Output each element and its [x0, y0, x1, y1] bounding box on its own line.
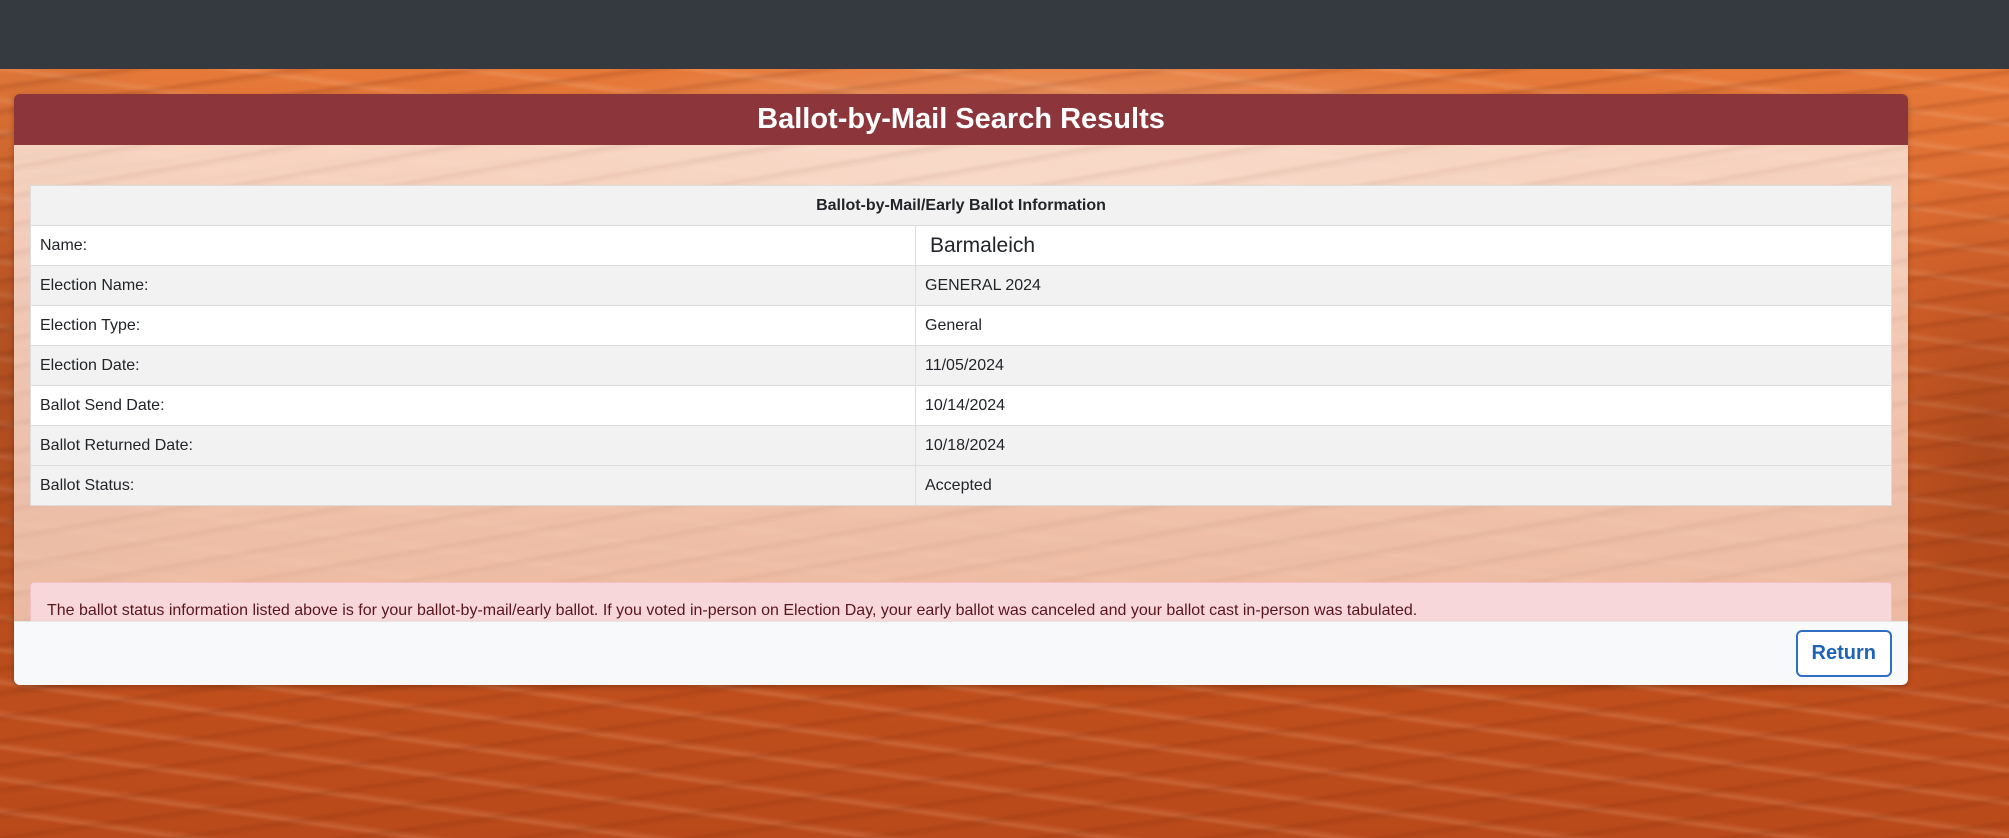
ballot-returned-date-label: Ballot Returned Date: — [30, 425, 916, 466]
table-row: Election Date: 11/05/2024 — [30, 345, 1892, 386]
election-name-label: Election Name: — [30, 265, 916, 306]
card-header: Ballot-by-Mail Search Results — [14, 94, 1908, 145]
card-body: Ballot-by-Mail/Early Ballot Information … — [14, 145, 1908, 639]
table-row: Ballot Send Date: 10/14/2024 — [30, 385, 1892, 426]
alert-text: The ballot status information listed abo… — [47, 601, 1418, 619]
table-header-row: Ballot-by-Mail/Early Ballot Information — [30, 185, 1892, 226]
election-type-label: Election Type: — [30, 305, 916, 346]
name-value: Barmaleich — [915, 225, 1892, 266]
ballot-status-label: Ballot Status: — [30, 465, 916, 506]
ballot-info-table: Ballot-by-Mail/Early Ballot Information … — [30, 185, 1892, 506]
table-row: Ballot Status: Accepted — [30, 465, 1892, 506]
table-row: Election Name: GENERAL 2024 — [30, 265, 1892, 306]
results-card: Ballot-by-Mail Search Results Ballot-by-… — [14, 94, 1908, 685]
table-row: Name: Barmaleich — [30, 225, 1892, 266]
table-heading: Ballot-by-Mail/Early Ballot Information — [30, 185, 1892, 226]
page-title: Ballot-by-Mail Search Results — [757, 103, 1165, 135]
ballot-send-date-value: 10/14/2024 — [915, 385, 1892, 426]
return-button[interactable]: Return — [1795, 630, 1892, 677]
election-type-value: General — [915, 305, 1892, 346]
election-date-label: Election Date: — [30, 345, 916, 386]
table-row: Ballot Returned Date: 10/18/2024 — [30, 425, 1892, 466]
table-row: Election Type: General — [30, 305, 1892, 346]
election-name-value: GENERAL 2024 — [915, 265, 1892, 306]
ballot-status-value: Accepted — [915, 465, 1892, 506]
name-label: Name: — [30, 225, 916, 266]
top-navbar — [0, 0, 2009, 69]
card-footer: Return — [14, 621, 1908, 685]
election-date-value: 11/05/2024 — [915, 345, 1892, 386]
ballot-returned-date-value: 10/18/2024 — [915, 425, 1892, 466]
ballot-send-date-label: Ballot Send Date: — [30, 385, 916, 426]
